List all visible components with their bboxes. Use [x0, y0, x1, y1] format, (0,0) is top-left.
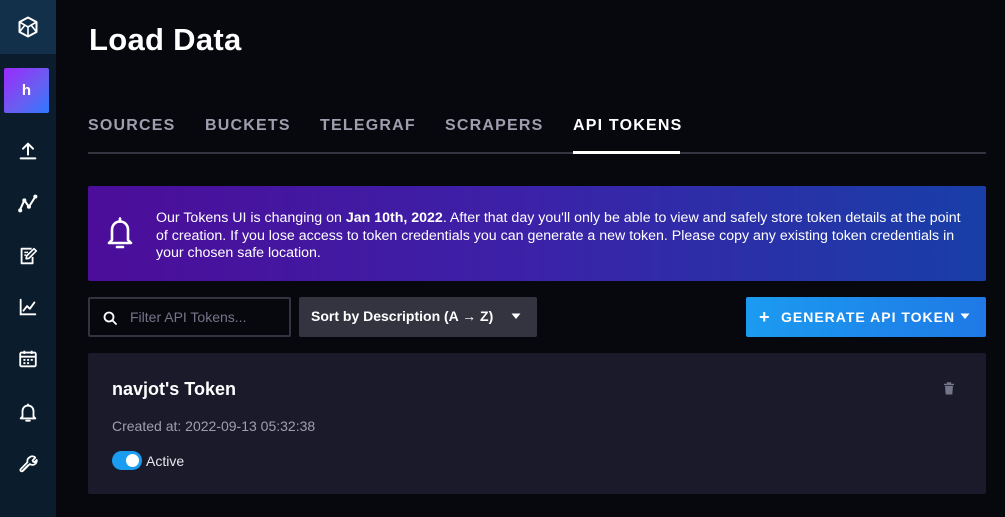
active-tab-indicator — [573, 151, 680, 154]
plus-icon: + — [759, 307, 770, 327]
tab-sources[interactable]: SOURCES — [88, 117, 176, 135]
page-title: Load Data — [89, 22, 242, 57]
notebook-edit-icon — [20, 247, 38, 265]
org-avatar[interactable]: h — [4, 68, 49, 113]
token-name[interactable]: navjot's Token — [112, 379, 236, 400]
graph-nodes-icon — [18, 194, 38, 213]
sidebar-item-load-data[interactable] — [0, 133, 56, 169]
tab-scrapers[interactable]: SCRAPERS — [445, 117, 544, 135]
upload-icon — [19, 142, 37, 160]
sidebar-item-tasks[interactable] — [0, 341, 56, 377]
influxdb-cube-icon — [18, 16, 38, 38]
tab-bar: SOURCES BUCKETS TELEGRAF SCRAPERS API TO… — [88, 100, 986, 154]
filter-tokens-input[interactable] — [130, 307, 285, 327]
sidebar-item-dashboards[interactable] — [0, 289, 56, 325]
app-root: h Load Data SOURCES BUCKETS TELEGRAF SCR… — [0, 0, 1005, 517]
tab-buckets[interactable]: BUCKETS — [205, 117, 291, 135]
token-card: navjot's Token Created at: 2022-09-13 05… — [88, 353, 986, 494]
trash-icon[interactable] — [943, 382, 955, 395]
sidebar-item-alerts[interactable] — [0, 394, 56, 430]
notice-date: Jan 10th, 2022 — [345, 210, 443, 226]
sidebar: h — [0, 0, 56, 517]
notice-text: Our Tokens UI is changing on Jan 10th, 2… — [156, 210, 961, 261]
sort-dropdown-label: Sort by Description (A → Z) — [311, 308, 494, 324]
bell-icon — [19, 403, 37, 422]
filter-tokens-field — [88, 297, 291, 337]
sidebar-item-data-explorer[interactable] — [0, 186, 56, 222]
toggle-knob — [126, 454, 139, 467]
wrench-icon — [19, 455, 38, 473]
bell-icon — [107, 217, 133, 249]
notice-banner: Our Tokens UI is changing on Jan 10th, 2… — [88, 186, 986, 281]
sidebar-item-settings[interactable] — [0, 446, 56, 482]
tab-api-tokens[interactable]: API TOKENS — [573, 117, 683, 135]
search-icon — [103, 311, 117, 325]
logo-button[interactable] — [0, 0, 56, 54]
token-status-toggle[interactable] — [112, 451, 142, 470]
sidebar-item-notebooks[interactable] — [0, 238, 56, 274]
token-created-at: Created at: 2022-09-13 05:32:38 — [112, 418, 316, 434]
generate-api-token-label: GENERATE API TOKEN — [781, 309, 956, 325]
tab-telegraf[interactable]: TELEGRAF — [320, 117, 416, 135]
sort-dropdown[interactable]: Sort by Description (A → Z) — [299, 297, 537, 337]
caret-down-icon — [960, 313, 970, 319]
token-status-label: Active — [146, 453, 185, 469]
generate-api-token-button[interactable]: + GENERATE API TOKEN — [746, 297, 986, 337]
caret-down-icon — [511, 313, 521, 319]
line-chart-icon — [19, 298, 37, 316]
calendar-icon — [19, 350, 37, 368]
